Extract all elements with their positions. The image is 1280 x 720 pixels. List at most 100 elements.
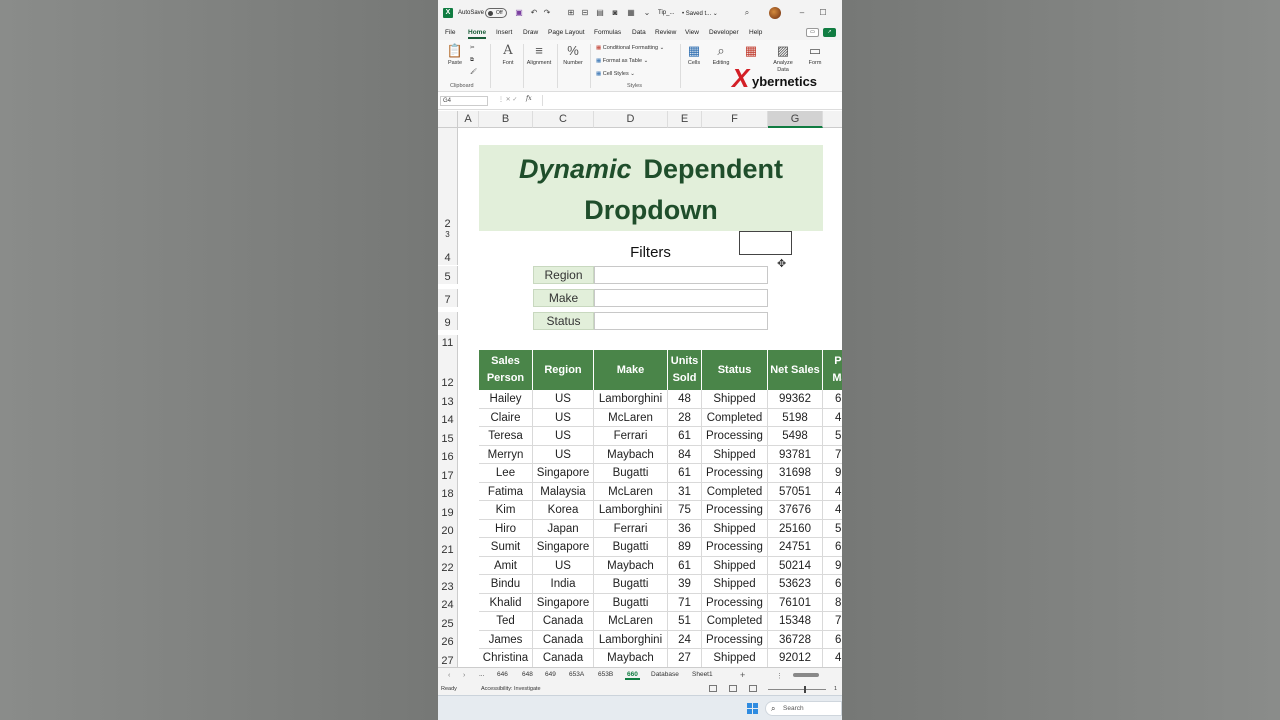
copy-icon[interactable]: ⧉ — [470, 57, 474, 64]
table-cell[interactable]: Completed — [702, 408, 768, 427]
table-cell[interactable]: 36 — [668, 519, 702, 538]
cell-styles-button[interactable]: ▦ Cell Styles ⌄ — [596, 71, 635, 77]
table-cell[interactable]: 4 — [823, 649, 842, 667]
table-cell[interactable]: Lamborghini — [594, 630, 668, 649]
quick-access-icon[interactable]: ▤ — [595, 8, 605, 18]
table-cell[interactable]: Maybach — [594, 556, 668, 575]
sheet-tab-660[interactable]: 660 — [625, 671, 640, 680]
table-cell[interactable]: 89 — [668, 538, 702, 557]
table-cell[interactable]: US — [533, 445, 594, 464]
table-cell[interactable]: 50214 — [768, 556, 823, 575]
sheet-tab-648[interactable]: 648 — [522, 671, 533, 678]
table-cell[interactable]: Shipped — [702, 649, 768, 667]
row-header-11[interactable]: 11 — [438, 335, 458, 350]
table-cell[interactable]: Shipped — [702, 575, 768, 594]
table-cell[interactable]: Completed — [702, 612, 768, 631]
table-cell[interactable]: Hiro — [479, 519, 533, 538]
table-cell[interactable]: 4 — [823, 409, 842, 427]
row-header-23[interactable]: 23 — [438, 575, 458, 594]
table-cell[interactable]: Sumit — [479, 538, 533, 557]
table-header-cell[interactable]: Make — [594, 350, 668, 390]
table-cell[interactable]: Christina — [479, 649, 533, 667]
table-header-cell[interactable]: Net Sales — [768, 350, 823, 390]
number-button[interactable]: % Number — [559, 44, 587, 67]
row-header-15[interactable]: 15 — [438, 427, 458, 446]
table-cell[interactable]: Lamborghini — [594, 390, 668, 409]
font-button[interactable]: A Font — [496, 44, 520, 67]
page-layout-view-icon[interactable] — [729, 685, 737, 692]
name-box[interactable]: G4 — [440, 96, 488, 106]
table-cell[interactable]: 39 — [668, 575, 702, 594]
row-header-13[interactable]: 13 — [438, 390, 458, 409]
table-cell[interactable]: 5198 — [768, 408, 823, 427]
cut-icon[interactable]: ✂ — [470, 45, 475, 51]
format-as-table-button[interactable]: ▦ Format as Table ⌄ — [596, 58, 648, 64]
table-cell[interactable]: Lee — [479, 464, 533, 483]
tab-formulas[interactable]: Formulas — [594, 29, 621, 36]
tab-draw[interactable]: Draw — [523, 29, 538, 36]
tab-page-layout[interactable]: Page Layout — [548, 29, 585, 36]
quick-access-icon[interactable]: ⊞ — [566, 8, 576, 18]
paste-button[interactable]: 📋 Paste — [445, 44, 465, 67]
table-cell[interactable]: 6 — [823, 575, 842, 594]
table-cell[interactable]: Bugatti — [594, 575, 668, 594]
table-cell[interactable]: 7 — [823, 612, 842, 631]
row-header-26[interactable]: 26 — [438, 630, 458, 649]
prev-sheet-icon[interactable]: ‹ — [448, 672, 450, 679]
redo-icon[interactable]: ↷ — [542, 8, 552, 18]
table-cell[interactable]: Shipped — [702, 556, 768, 575]
normal-view-icon[interactable] — [709, 685, 717, 692]
cells-button[interactable]: ▦ Cells — [683, 44, 705, 67]
page-break-view-icon[interactable] — [749, 685, 757, 692]
table-cell[interactable]: McLaren — [594, 612, 668, 631]
selected-cell-g4[interactable] — [739, 231, 792, 255]
table-cell[interactable]: 4 — [823, 483, 842, 501]
column-header-g[interactable]: G — [768, 111, 823, 128]
table-cell[interactable]: Singapore — [533, 464, 594, 483]
table-cell[interactable]: Canada — [533, 612, 594, 631]
table-cell[interactable]: 24 — [668, 630, 702, 649]
table-cell[interactable]: 92012 — [768, 649, 823, 667]
column-header-a[interactable]: A — [458, 111, 479, 128]
camera-icon[interactable]: ◙ — [610, 8, 620, 18]
table-cell[interactable]: Bugatti — [594, 538, 668, 557]
table-cell[interactable]: 24751 — [768, 538, 823, 557]
table-cell[interactable]: 99362 — [768, 390, 823, 409]
table-cell[interactable]: Korea — [533, 501, 594, 520]
save-icon[interactable]: ▣ — [514, 8, 524, 18]
table-cell[interactable]: 53623 — [768, 575, 823, 594]
table-cell[interactable]: Ted — [479, 612, 533, 631]
table-header-cell[interactable]: Status — [702, 350, 768, 390]
table-cell[interactable]: 84 — [668, 445, 702, 464]
table-cell[interactable]: US — [533, 427, 594, 446]
table-cell[interactable]: Processing — [702, 501, 768, 520]
tab-data[interactable]: Data — [632, 29, 646, 36]
add-sheet-button[interactable]: + — [740, 670, 745, 680]
sheet-tab-653b[interactable]: 653B — [598, 671, 613, 678]
quick-access-icon[interactable]: ⊟ — [580, 8, 590, 18]
table-cell[interactable]: Fatima — [479, 482, 533, 501]
table-cell[interactable]: Hailey — [479, 390, 533, 409]
row-header-22[interactable]: 22 — [438, 556, 458, 575]
region-dropdown[interactable] — [594, 266, 768, 284]
table-cell[interactable]: 57051 — [768, 482, 823, 501]
table-cell[interactable]: Khalid — [479, 593, 533, 612]
row-header-17[interactable]: 17 — [438, 464, 458, 483]
row-header-3[interactable]: 3 — [438, 230, 458, 240]
table-cell[interactable]: Japan — [533, 519, 594, 538]
table-cell[interactable]: Singapore — [533, 593, 594, 612]
column-header-b[interactable]: B — [479, 111, 533, 128]
tab-help[interactable]: Help — [749, 29, 762, 36]
table-cell[interactable]: Malaysia — [533, 482, 594, 501]
column-header-d[interactable]: D — [594, 111, 668, 128]
row-header-9[interactable]: 9 — [438, 312, 458, 330]
table-cell[interactable]: Maybach — [594, 445, 668, 464]
table-cell[interactable]: Ferrari — [594, 519, 668, 538]
table-cell[interactable]: Bugatti — [594, 464, 668, 483]
row-header-7[interactable]: 7 — [438, 289, 458, 307]
zoom-level[interactable]: 1 — [834, 686, 837, 692]
minimize-icon[interactable]: – — [797, 8, 807, 18]
comments-icon[interactable]: ▭ — [806, 28, 819, 37]
table-cell[interactable]: Processing — [702, 464, 768, 483]
table-header-cell[interactable]: Pr Ma — [823, 350, 842, 390]
